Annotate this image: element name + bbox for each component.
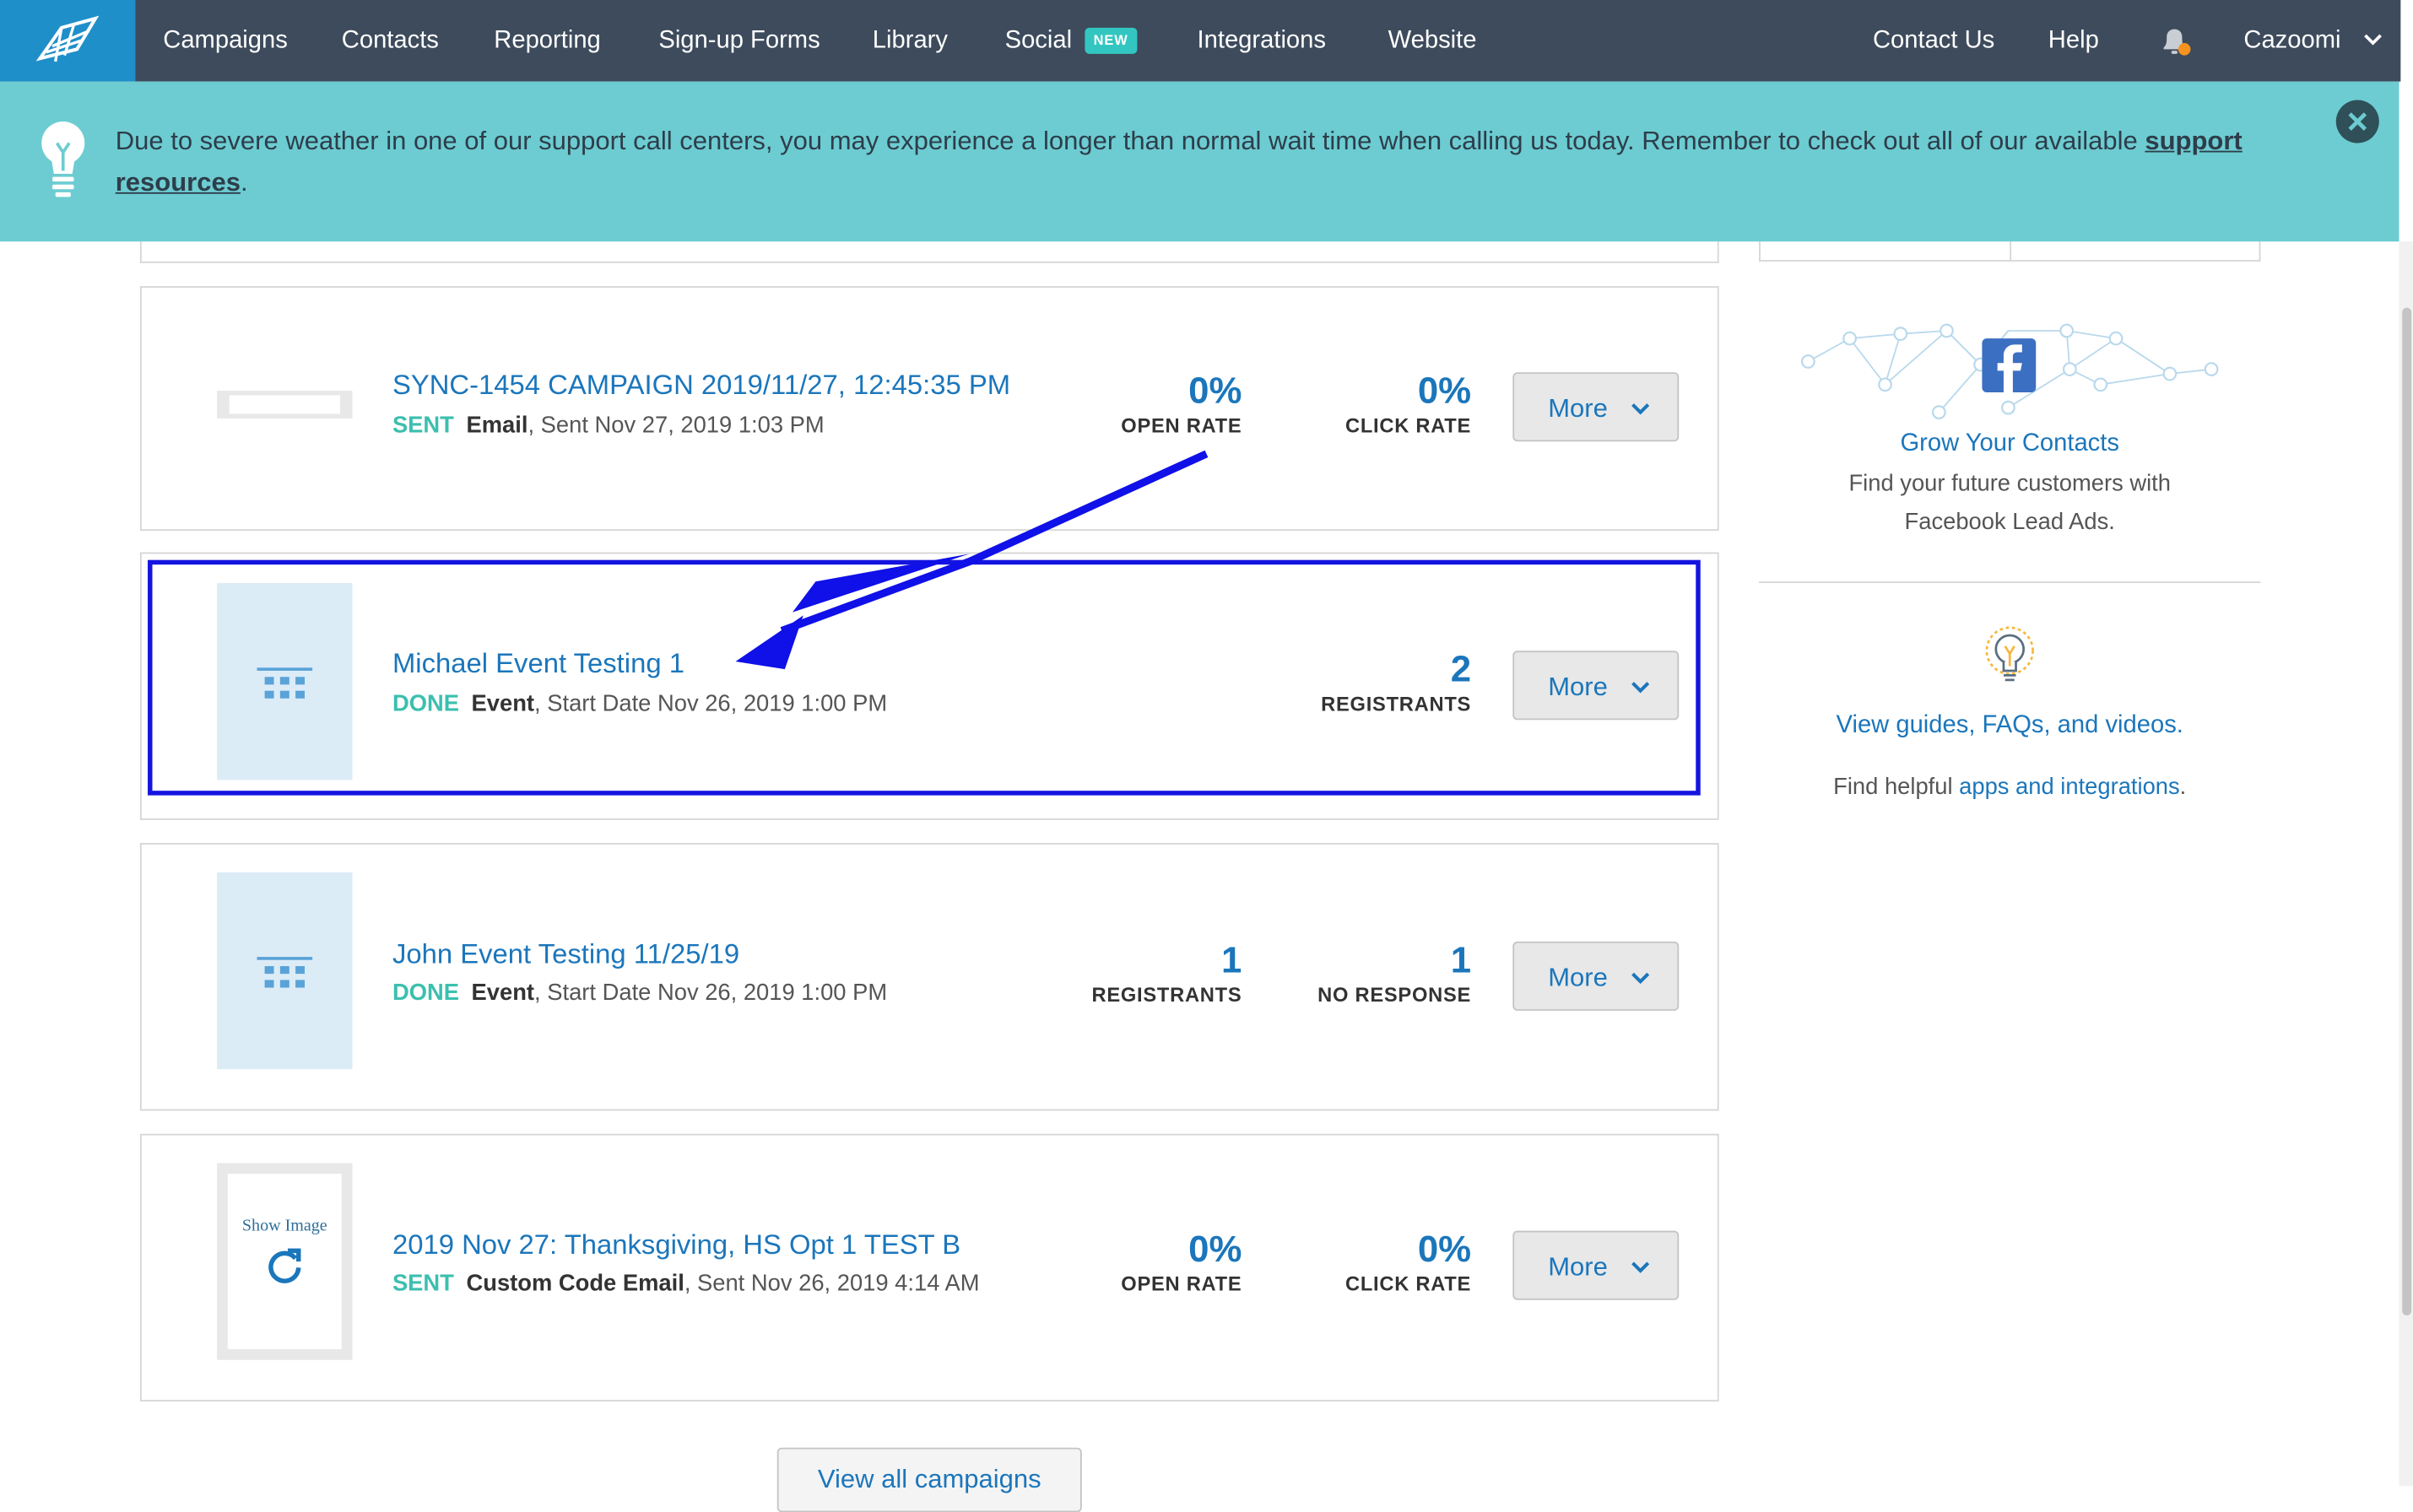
new-badge: NEW [1084, 27, 1138, 54]
metric-label: OPEN RATE [1121, 413, 1242, 437]
card-previous-edge [139, 241, 1719, 263]
apps-integrations-link[interactable]: apps and integrations [1959, 774, 2180, 800]
nav-signup-forms[interactable]: Sign-up Forms [658, 0, 820, 82]
lightbulb-icon [37, 118, 89, 204]
more-button[interactable]: More [1512, 1230, 1680, 1300]
campaign-card [139, 843, 1719, 1111]
metric-registrants: 1 REGISTRANTS [1091, 940, 1242, 1007]
campaign-title[interactable]: John Event Testing 11/25/19 [392, 938, 739, 970]
page: Campaigns Contacts Reporting Sign-up For… [0, 0, 2413, 1512]
event-thumbnail[interactable] [217, 872, 353, 1070]
campaign-type: Email [466, 412, 528, 439]
nav-website[interactable]: Website [1388, 0, 1477, 82]
metric-click-rate: 0% CLICK RATE [1344, 1228, 1472, 1296]
sidebar-divider [1759, 581, 2261, 584]
refresh-icon[interactable] [265, 1246, 305, 1286]
chevron-down-icon [1631, 943, 1650, 1039]
account-name: Cazoomi [2243, 27, 2341, 54]
metric-value: 0% [1188, 1228, 1242, 1272]
metric-value: 0% [1188, 370, 1242, 413]
more-button[interactable]: More [1512, 372, 1680, 442]
sidebar-previous-edge [1759, 241, 2261, 262]
metric-label: CLICK RATE [1344, 413, 1472, 437]
alert-message-end: . [240, 167, 248, 197]
nav-help[interactable]: Help [2048, 0, 2099, 82]
metric-click-rate: 0% CLICK RATE [1344, 370, 1472, 437]
metric-value: 0% [1417, 1228, 1472, 1272]
more-button[interactable]: More [1512, 941, 1680, 1011]
campaign-type: Event [471, 980, 535, 1007]
campaign-subtitle: SENT Email, Sent Nov 27, 2019 1:03 PM [392, 413, 825, 439]
campaign-card [139, 1133, 1719, 1402]
grow-description: Find your future customers with Facebook… [1848, 470, 2171, 536]
lightbulb-icon [1985, 626, 2034, 682]
nav-contacts[interactable]: Contacts [342, 0, 439, 82]
nav-library[interactable]: Library [873, 0, 948, 82]
alert-message: Due to severe weather in one of our supp… [116, 120, 2301, 202]
campaign-type: Custom Code Email [466, 1271, 684, 1298]
campaign-detail: , Start Date Nov 26, 2019 1:00 PM [534, 980, 888, 1007]
campaign-subtitle: DONE Event, Start Date Nov 26, 2019 1:00 … [392, 980, 887, 1006]
metric-no-response: 1 NO RESPONSE [1317, 940, 1472, 1007]
show-image-label[interactable]: Show Image [228, 1215, 342, 1237]
grow-your-contacts-link[interactable]: Grow Your Contacts [1759, 431, 2260, 459]
nav-social-label: Social [1004, 27, 1073, 54]
alert-banner: Due to severe weather in one of our supp… [0, 81, 2399, 242]
nav-social[interactable]: Social NEW [1005, 0, 1138, 82]
campaign-subtitle: SENT Custom Code Email, Sent Nov 26, 2019… [392, 1271, 980, 1297]
find-helpful-suffix: . [2179, 774, 2187, 801]
nav-contact-us[interactable]: Contact Us [1873, 0, 1994, 82]
view-all-campaigns-button[interactable]: View all campaigns [776, 1447, 1082, 1512]
status-badge: DONE [392, 980, 459, 1007]
calendar-grid-icon [257, 957, 313, 988]
annotation-arrow [735, 450, 1209, 670]
metric-value: 1 [1221, 940, 1242, 982]
campaign-detail: , Sent Nov 26, 2019 4:14 AM [684, 1271, 980, 1298]
metric-value: 1 [1450, 940, 1472, 982]
status-badge: SENT [392, 412, 454, 439]
chevron-down-icon [2363, 0, 2382, 82]
campaign-detail: , Sent Nov 27, 2019 1:03 PM [528, 412, 825, 439]
metric-value: 0% [1417, 370, 1472, 413]
network-graphic [1800, 323, 2219, 420]
chevron-down-icon [1631, 1232, 1650, 1327]
campaign-title[interactable]: SYNC-1454 CAMPAIGN 2019/11/27, 12:45:35 … [392, 370, 1010, 402]
more-button-label: More [1548, 1252, 1608, 1282]
account-menu[interactable]: Cazoomi [2243, 0, 2382, 82]
find-helpful-text: Find helpful apps and integrations. [1759, 768, 2260, 807]
metric-label: NO RESPONSE [1317, 983, 1472, 1007]
email-thumbnail[interactable]: Show Image [217, 1163, 353, 1360]
campaign-title[interactable]: 2019 Nov 27: Thanksgiving, HS Opt 1 TEST… [392, 1229, 960, 1261]
nav-reporting[interactable]: Reporting [494, 0, 600, 82]
find-helpful-prefix: Find helpful [1833, 774, 1960, 801]
guides-faqs-videos-link[interactable]: View guides, FAQs, and videos. [1759, 712, 2260, 740]
more-button-label: More [1548, 393, 1608, 424]
logo-icon[interactable] [0, 0, 136, 82]
metric-label: REGISTRANTS [1091, 983, 1242, 1007]
chevron-down-icon [1631, 374, 1650, 469]
metric-label: OPEN RATE [1121, 1272, 1242, 1296]
metric-open-rate: 0% OPEN RATE [1121, 370, 1242, 437]
metric-label: CLICK RATE [1344, 1272, 1472, 1296]
nav-campaigns[interactable]: Campaigns [163, 0, 288, 82]
alert-message-text: Due to severe weather in one of our supp… [115, 126, 2145, 156]
bell-icon[interactable] [2157, 24, 2191, 58]
scrollbar-thumb[interactable] [2402, 307, 2412, 1315]
close-icon[interactable] [2335, 100, 2379, 143]
nav-integrations[interactable]: Integrations [1198, 0, 1326, 82]
facebook-icon[interactable] [1982, 338, 2037, 392]
metric-open-rate: 0% OPEN RATE [1121, 1228, 1242, 1296]
more-button-label: More [1548, 963, 1608, 993]
status-badge: SENT [392, 1271, 454, 1298]
top-navbar: Campaigns Contacts Reporting Sign-up For… [0, 0, 2401, 82]
email-thumbnail[interactable] [217, 391, 353, 418]
